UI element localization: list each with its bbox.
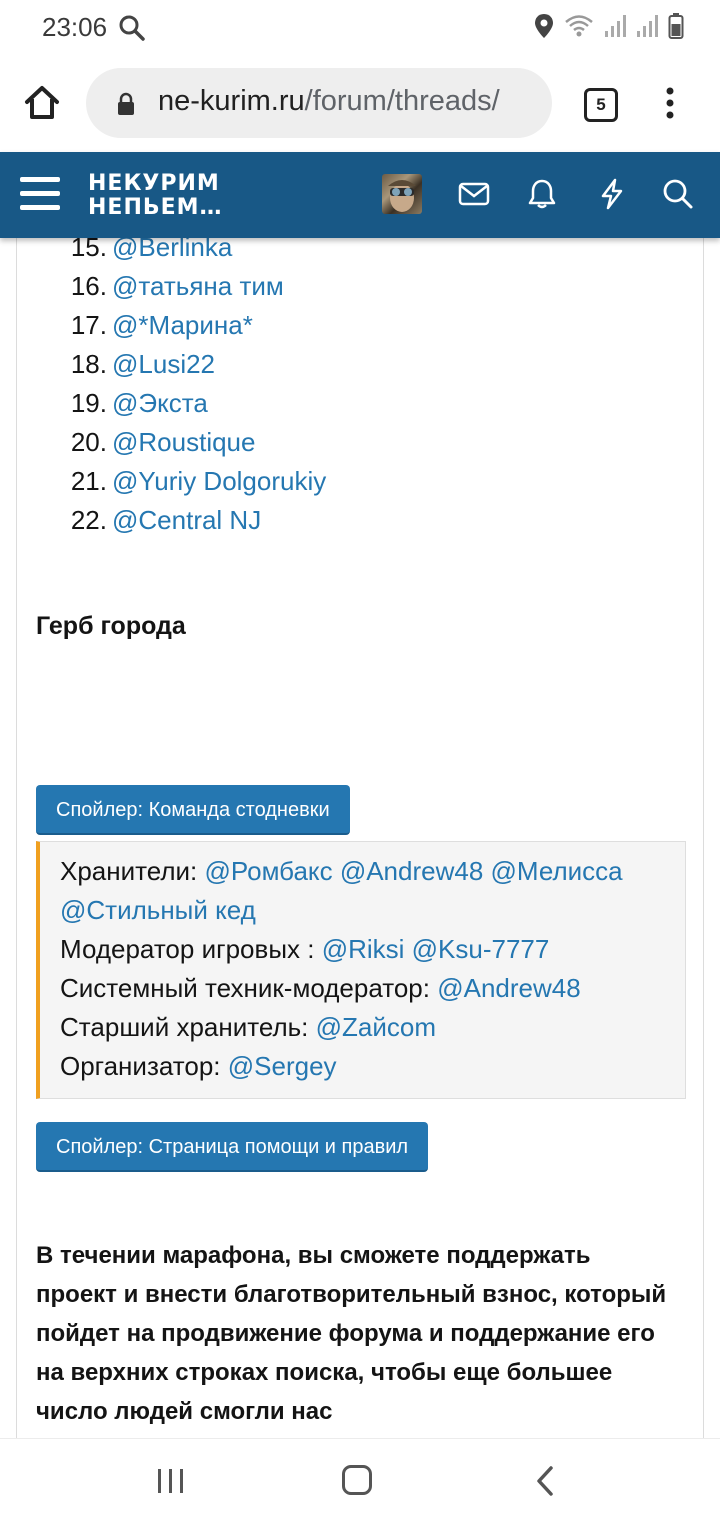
url-path: /forum/threads/ bbox=[304, 85, 500, 117]
keepers-line-2: @Стильный кед bbox=[60, 895, 256, 926]
moderators-line: Модератор игровых : @Riksi @Ksu-7777 bbox=[60, 934, 550, 964]
search-icon bbox=[118, 14, 146, 47]
messages-icon[interactable] bbox=[458, 178, 492, 212]
mention-link[interactable]: @Sergey bbox=[228, 1051, 337, 1081]
donation-paragraph: В течении марафона, вы сможете поддержат… bbox=[36, 1242, 667, 1425]
list-item: 16. @татьяна тим bbox=[70, 271, 284, 301]
mention-link[interactable]: @Riksi bbox=[322, 934, 405, 964]
user-avatar[interactable] bbox=[382, 174, 422, 214]
browser-toolbar: ne-kurim.ru/forum/threads/ 5 bbox=[0, 56, 720, 152]
home-nav-icon[interactable] bbox=[342, 1465, 372, 1495]
keepers-line: Хранители: @Ромбакс @Andrew48 @Мелисса bbox=[60, 856, 623, 886]
mention-link[interactable]: @Ksu-7777 bbox=[412, 934, 550, 964]
forum-header: НЕКУРИМ НЕПЬЕМ… bbox=[0, 152, 720, 238]
menu-icon[interactable] bbox=[20, 177, 60, 211]
mention-link[interactable]: @Ромбакс bbox=[205, 856, 333, 886]
url-domain: ne-kurim.ru bbox=[158, 85, 305, 117]
list-item: 18. @Lusi22 bbox=[70, 349, 216, 379]
mention-link[interactable]: @Zайсom bbox=[316, 1012, 436, 1042]
mention-link[interactable]: @Lusi22 bbox=[112, 349, 215, 379]
battery-icon bbox=[668, 12, 684, 45]
site-logo[interactable]: НЕКУРИМ НЕПЬЕМ… bbox=[88, 172, 223, 220]
list-item: 17. @*Марина* bbox=[70, 310, 253, 340]
lightning-icon[interactable] bbox=[596, 178, 630, 212]
tab-switcher-button[interactable]: 5 bbox=[584, 88, 618, 122]
section-heading: Герб города bbox=[36, 612, 186, 640]
mention-link[interactable]: @*Марина* bbox=[112, 310, 253, 340]
tech-line: Системный техник-модератор: @Andrew48 bbox=[60, 973, 581, 1003]
status-bar: 23:06 bbox=[0, 0, 720, 56]
signal-icon-1 bbox=[604, 14, 626, 43]
mention-link[interactable]: @Стильный кед bbox=[60, 895, 256, 925]
mention-link[interactable]: @Экста bbox=[112, 388, 208, 418]
mention-link[interactable]: @Yuriy Dolgorukiy bbox=[112, 466, 326, 496]
status-time: 23:06 bbox=[42, 12, 108, 42]
spoiler-content: Хранители: @Ромбакс @Andrew48 @Мелисса @… bbox=[36, 841, 686, 1099]
list-item: 22. @Central NJ bbox=[70, 505, 262, 535]
recent-apps-icon[interactable] bbox=[157, 1467, 185, 1495]
bell-icon[interactable] bbox=[526, 178, 560, 212]
mention-link[interactable]: @татьяна тим bbox=[112, 271, 284, 301]
spoiler-button-help[interactable]: Спойлер: Страница помощи и правил bbox=[36, 1122, 429, 1172]
logo-line-1: НЕКУРИМ bbox=[88, 171, 220, 196]
lock-icon bbox=[116, 92, 136, 121]
organizer-line: Организатор: @Sergey bbox=[60, 1051, 337, 1081]
mention-link[interactable]: @Andrew48 bbox=[340, 856, 483, 886]
location-icon bbox=[534, 13, 554, 44]
address-bar[interactable]: ne-kurim.ru/forum/threads/ bbox=[86, 68, 552, 138]
status-icons bbox=[534, 12, 684, 45]
back-icon[interactable] bbox=[534, 1465, 556, 1502]
system-nav-bar bbox=[0, 1438, 720, 1521]
mention-link[interactable]: @Central NJ bbox=[112, 505, 261, 535]
mention-link[interactable]: @Мелисса bbox=[491, 856, 623, 886]
senior-line: Старший хранитель: @Zайсom bbox=[60, 1012, 437, 1042]
post-content: 15. @Berlinka 16. @татьяна тим 17. @*Марина… bbox=[16, 232, 704, 1438]
wifi-icon bbox=[564, 13, 594, 44]
mention-link[interactable]: @Andrew48 bbox=[437, 973, 580, 1003]
home-icon[interactable] bbox=[22, 82, 62, 122]
more-options-icon[interactable] bbox=[664, 86, 676, 125]
mention-link[interactable]: @Roustique bbox=[112, 427, 255, 457]
spoiler-button-team[interactable]: Спойлер: Команда стодневки bbox=[36, 785, 350, 835]
list-item: 20. @Roustique bbox=[70, 427, 256, 457]
url-text: ne-kurim.ru/forum/threads/ bbox=[158, 85, 500, 118]
logo-line-2: НЕПЬЕМ… bbox=[88, 195, 223, 220]
list-item: 21. @Yuriy Dolgorukiy bbox=[70, 466, 327, 496]
signal-icon-2 bbox=[636, 14, 658, 43]
search-icon[interactable] bbox=[662, 178, 696, 212]
list-item: 19. @Экста bbox=[70, 388, 208, 418]
